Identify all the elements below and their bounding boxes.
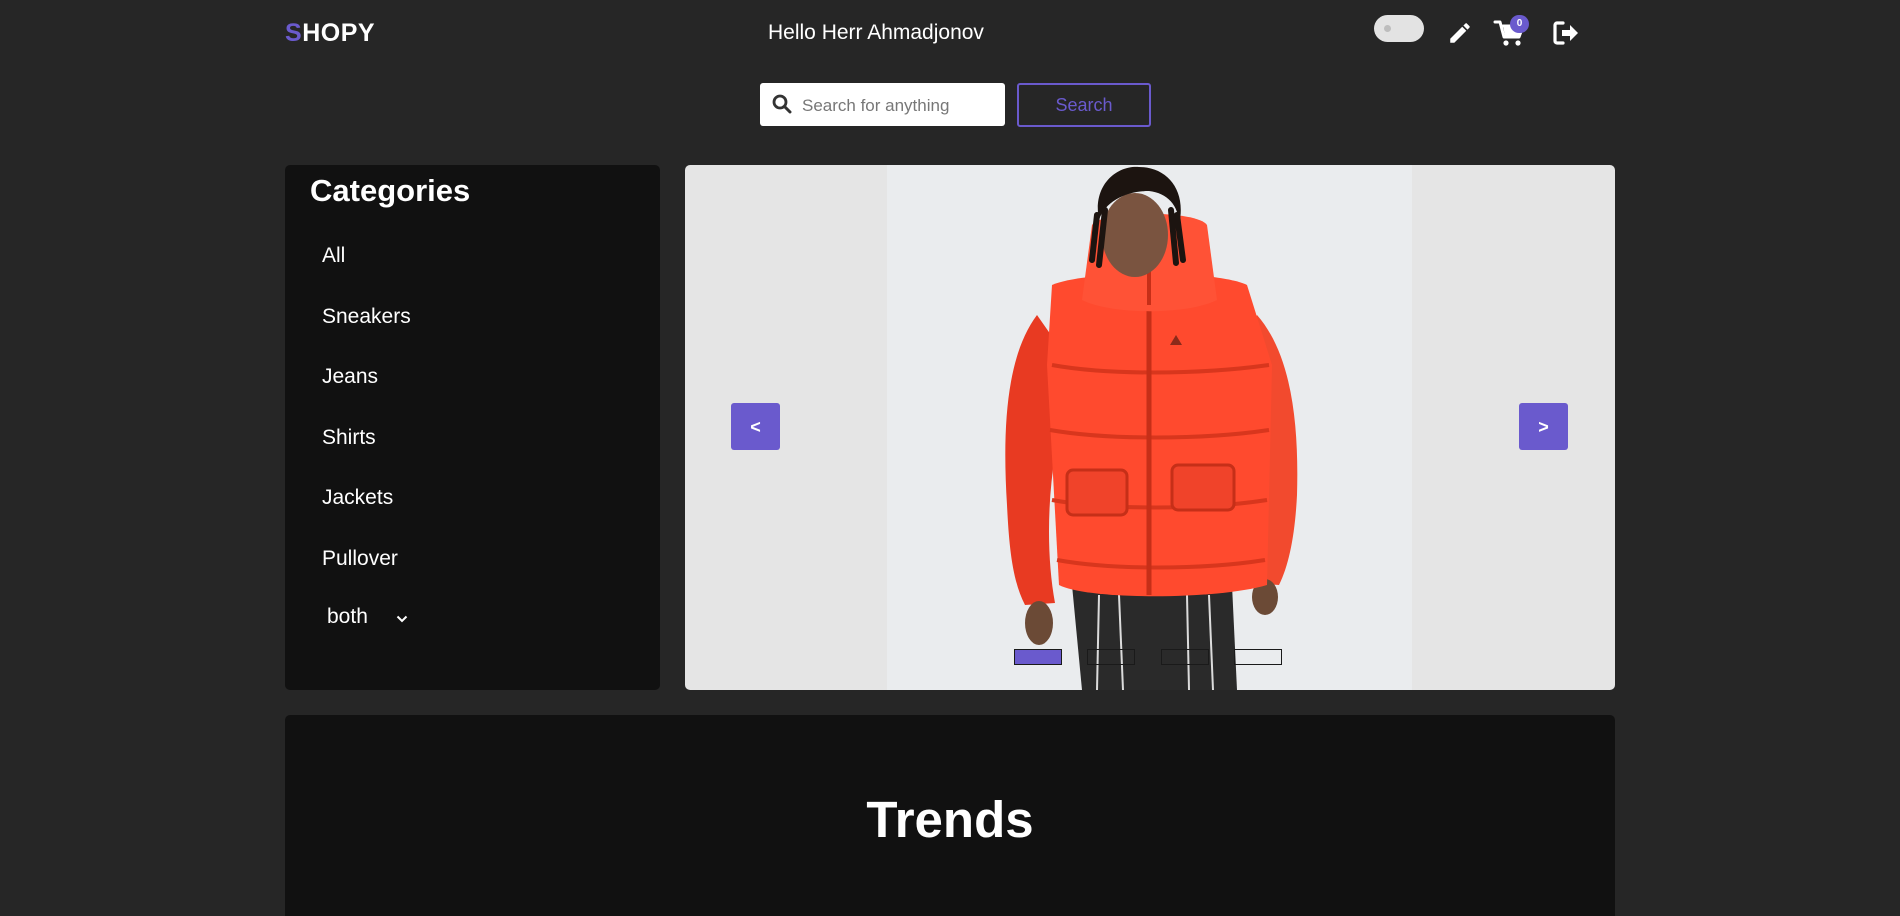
carousel-prev-button[interactable]: < [731, 403, 780, 450]
chevron-down-icon [396, 605, 408, 629]
search-input[interactable] [800, 83, 1004, 128]
search-button[interactable]: Search [1017, 83, 1151, 127]
trends-title: Trends [866, 791, 1034, 848]
logo-text: HOPY [302, 19, 376, 47]
hero-carousel: < > [685, 165, 1615, 690]
carousel-slide-image [887, 165, 1412, 690]
search-icon [772, 94, 792, 114]
jacket-model-illustration [887, 165, 1412, 690]
carousel-indicator-3[interactable] [1161, 649, 1209, 665]
category-shirts[interactable]: Shirts [322, 426, 376, 450]
carousel-indicator-2[interactable] [1087, 649, 1135, 665]
logo[interactable]: SHOPY [285, 19, 375, 48]
category-all[interactable]: All [322, 244, 345, 268]
gender-filter-select[interactable]: both [327, 605, 408, 629]
carousel-indicator-1[interactable] [1014, 649, 1062, 665]
trends-section: Trends [285, 715, 1615, 916]
carousel-next-button[interactable]: > [1519, 403, 1568, 450]
carousel-indicator-4[interactable] [1234, 649, 1282, 665]
category-pullover[interactable]: Pullover [322, 547, 398, 571]
gender-filter-value: both [327, 605, 368, 628]
logout-icon[interactable] [1552, 20, 1580, 46]
categories-title: Categories [310, 173, 471, 208]
search-box [760, 83, 1005, 128]
toggle-knob [1384, 25, 1391, 32]
pencil-icon[interactable] [1447, 20, 1473, 46]
greeting-text: Hello Herr Ahmadjonov [768, 21, 984, 44]
theme-toggle[interactable] [1374, 15, 1424, 42]
cart-count-badge: 0 [1510, 15, 1529, 33]
category-sneakers[interactable]: Sneakers [322, 305, 411, 329]
category-jeans[interactable]: Jeans [322, 365, 378, 389]
category-jackets[interactable]: Jackets [322, 486, 393, 510]
logo-accent-letter: S [285, 19, 303, 47]
categories-panel: Categories All Sneakers Jeans Shirts Jac… [285, 165, 660, 690]
